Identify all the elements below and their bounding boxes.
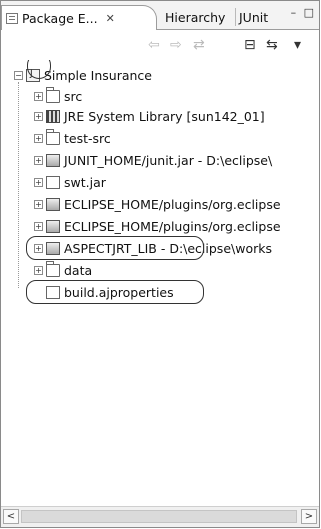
expand-icon[interactable]: + <box>34 221 43 231</box>
tree-item-label: data <box>64 262 93 278</box>
back-icon[interactable]: ⇦ <box>148 37 160 53</box>
minimize-maximize-buttons[interactable]: – □ <box>291 6 316 19</box>
tab-separator <box>235 8 236 26</box>
expand-icon[interactable]: + <box>34 199 43 209</box>
expand-icon[interactable]: + <box>34 177 43 187</box>
tree-item-eclipse-plugin-2[interactable]: + ECLIPSE_HOME/plugins/org.eclipse <box>34 216 281 236</box>
expand-icon[interactable]: + <box>34 91 43 101</box>
tree-item-label: Simple Insurance <box>44 67 152 83</box>
package-explorer-icon <box>6 12 18 24</box>
jar-icon <box>46 197 60 211</box>
callout-ring <box>26 280 204 304</box>
tree-item-label: JRE System Library [sun142_01] <box>64 108 265 124</box>
view-menu-icon[interactable]: ▾ <box>294 37 301 53</box>
jar-file-icon <box>46 175 60 189</box>
source-folder-icon <box>46 86 60 103</box>
tree-item-label: JUNIT_HOME/junit.jar - D:\eclipse\ <box>64 152 273 168</box>
up-icon[interactable]: ⇄ <box>193 37 205 53</box>
callout-ring <box>26 236 204 260</box>
jar-icon <box>46 219 60 233</box>
tab-label: Hierarchy <box>165 9 226 25</box>
folder-icon <box>46 260 60 277</box>
view-tab-bar: Package E... ✕ Hierarchy JUnit – □ <box>1 1 319 30</box>
tab-junit[interactable]: JUnit <box>237 5 270 29</box>
expand-icon[interactable]: + <box>34 133 43 143</box>
horizontal-scrollbar[interactable]: < > <box>1 506 319 527</box>
collapse-all-icon[interactable]: ⊟ <box>244 37 256 53</box>
tab-label: JUnit <box>239 9 269 25</box>
scroll-thumb[interactable] <box>21 510 297 523</box>
tree-item-junit-jar[interactable]: + JUNIT_HOME/junit.jar - D:\eclipse\ <box>34 150 272 170</box>
tree-item-jre-library[interactable]: + JRE System Library [sun142_01] <box>34 106 265 126</box>
tree-item-label: swt.jar <box>64 174 106 190</box>
tab-hierarchy[interactable]: Hierarchy <box>163 5 227 29</box>
collapse-icon[interactable]: − <box>14 70 23 80</box>
library-icon <box>46 109 60 123</box>
tab-package-explorer[interactable]: Package E... ✕ <box>1 5 157 30</box>
expand-icon[interactable]: + <box>34 111 43 121</box>
tree-item-eclipse-plugin-1[interactable]: + ECLIPSE_HOME/plugins/org.eclipse <box>34 194 281 214</box>
view-toolbar: ⇦ ⇨ ⇄ ⊟ ⇆ ▾ <box>0 30 318 60</box>
close-tab-icon[interactable]: ✕ <box>106 12 115 25</box>
tree-item-src[interactable]: + src <box>34 86 82 106</box>
project-tree: − Simple Insurance + src + JRE System Li… <box>0 60 318 505</box>
jar-icon <box>46 153 60 167</box>
tree-item-label: test-src <box>64 130 111 146</box>
scroll-right-button[interactable]: > <box>301 509 317 524</box>
tree-item-test-src[interactable]: + test-src <box>34 128 111 148</box>
source-folder-icon <box>46 128 60 145</box>
tree-item-label: ECLIPSE_HOME/plugins/org.eclipse <box>64 196 281 212</box>
tree-guide-line <box>18 82 19 288</box>
expand-icon[interactable]: + <box>34 155 43 165</box>
tree-item-label: ECLIPSE_HOME/plugins/org.eclipse <box>64 218 281 234</box>
forward-icon[interactable]: ⇨ <box>170 37 182 53</box>
tree-item-label: src <box>64 88 83 104</box>
expand-icon[interactable]: + <box>34 265 43 275</box>
tab-label: Package E... <box>22 10 98 26</box>
tree-item-swt-jar[interactable]: + swt.jar <box>34 172 106 192</box>
link-with-editor-icon[interactable]: ⇆ <box>266 37 278 53</box>
scroll-left-button[interactable]: < <box>3 509 19 524</box>
tree-item-data[interactable]: + data <box>34 260 92 280</box>
